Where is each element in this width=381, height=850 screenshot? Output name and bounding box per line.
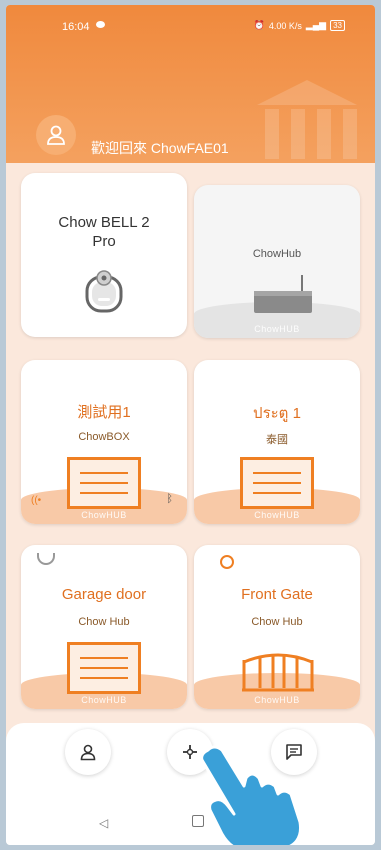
- bluetooth-icon: ᛒ: [166, 493, 173, 505]
- card-watermark: ChowHUB: [254, 510, 300, 520]
- device-title: 測試用1: [77, 404, 131, 421]
- network-speed: 4.00 K/s: [268, 20, 302, 31]
- device-frame: 16:04 ⏰ 4.00 K/s ▂▄▆ 33 歡迎回來 ChowFAE01 C…: [0, 0, 381, 850]
- device-card-front-gate[interactable]: Front Gate Chow Hub ChowHUB: [194, 545, 360, 709]
- card-watermark: ChowHUB: [81, 510, 127, 520]
- doorbell-icon: [85, 270, 123, 313]
- bottom-navigation: ◁: [6, 723, 375, 845]
- camera-icon: [220, 555, 234, 569]
- signal-icon: ▂▄▆: [305, 20, 327, 30]
- card-watermark: ChowHUB: [254, 324, 300, 334]
- profile-button[interactable]: [65, 729, 111, 775]
- user-icon: [80, 744, 96, 761]
- message-notification-icon: [96, 21, 105, 28]
- device-subtitle: Chow Hub: [78, 616, 130, 628]
- alarm-icon: ⏰: [253, 20, 265, 30]
- device-title: ประตู 1: [253, 405, 301, 422]
- status-bar: 16:04 ⏰ 4.00 K/s ▂▄▆ 33: [6, 17, 375, 37]
- avatar[interactable]: [36, 115, 76, 155]
- device-card-gate1[interactable]: ประตู 1 泰國 ChowHUB: [194, 360, 360, 524]
- device-title: Chow BELL 2 Pro: [58, 214, 150, 250]
- user-avatar-icon: [47, 125, 65, 145]
- header: 16:04 ⏰ 4.00 K/s ▂▄▆ 33 歡迎回來 ChowFAE01: [6, 5, 375, 163]
- device-card-test1[interactable]: 測試用1 ChowBOX ((• ᛒ ChowHUB: [21, 360, 187, 524]
- garage-door-icon: [240, 457, 314, 509]
- wifi-icon: ((•: [31, 495, 42, 506]
- app-screen: 16:04 ⏰ 4.00 K/s ▂▄▆ 33 歡迎回來 ChowFAE01 C…: [6, 5, 375, 845]
- garage-door-icon: [67, 642, 141, 694]
- device-subtitle: 泰國: [266, 434, 288, 446]
- card-watermark: ChowHUB: [81, 695, 127, 705]
- battery-icon: 33: [330, 20, 345, 31]
- garage-door-icon: [67, 457, 141, 509]
- hub-device-icon: [254, 275, 312, 313]
- device-title: Garage door: [61, 586, 147, 603]
- device-card-chow-bell[interactable]: Chow BELL 2 Pro: [21, 173, 187, 337]
- pointing-hand-icon: [200, 745, 303, 845]
- card-watermark: ChowHUB: [254, 695, 300, 705]
- device-card-garage-door[interactable]: Garage door Chow Hub ChowHUB: [21, 545, 187, 709]
- status-right: ⏰ 4.00 K/s ▂▄▆ 33: [254, 20, 345, 31]
- device-title: Front Gate: [241, 586, 313, 603]
- status-indicator-icon: [37, 553, 55, 565]
- welcome-text: 歡迎回來 ChowFAE01: [91, 140, 229, 156]
- back-nav-icon[interactable]: ◁: [99, 816, 108, 830]
- status-time: 16:04: [62, 21, 90, 33]
- device-title: ChowHub: [252, 248, 302, 260]
- device-subtitle: ChowBOX: [78, 431, 130, 443]
- device-subtitle: Chow Hub: [251, 616, 303, 628]
- device-card-chowhub[interactable]: ChowHub ChowHUB: [194, 185, 360, 338]
- building-watermark-icon: [257, 80, 357, 159]
- gate-icon: [242, 653, 314, 692]
